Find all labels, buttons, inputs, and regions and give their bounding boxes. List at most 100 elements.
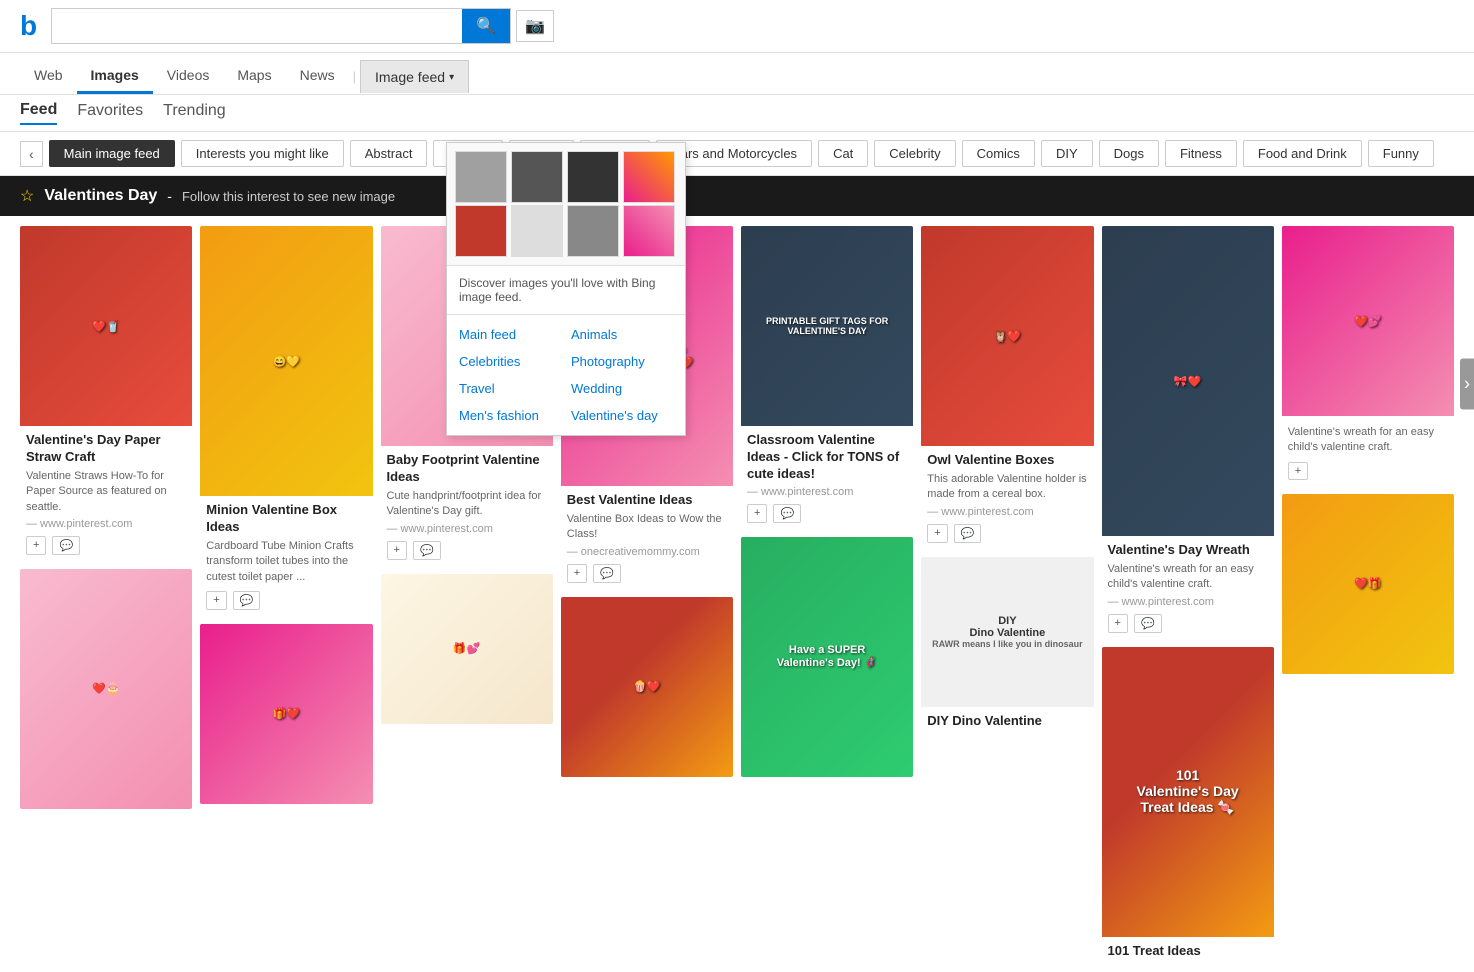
pin-comment-btn-minion[interactable]: 💬 [233,591,261,610]
tab-food-and-drink[interactable]: Food and Drink [1243,140,1362,167]
pin-partial2[interactable]: ❤️🎁 [1282,494,1454,674]
dropdown-arrow-icon: ▾ [449,72,454,83]
pin-actions-partial1: + [1282,458,1454,486]
pin-wreath[interactable]: 🎀❤️ Valentine's Day Wreath Valentine's w… [1102,226,1274,639]
pin-comment-btn-footprint[interactable]: 💬 [413,541,441,560]
search-button[interactable]: 🔍 [462,9,510,43]
tab-funny[interactable]: Funny [1368,140,1434,167]
pin-minion[interactable]: 😄💛 Minion Valentine Box Ideas Cardboard … [200,226,372,616]
pin-add-btn-best-valentine[interactable]: + [567,564,587,583]
image-feed-dropdown[interactable]: Image feed ▾ [360,60,469,93]
pin-comment-btn-owl[interactable]: 💬 [954,524,982,543]
tab-dogs[interactable]: Dogs [1099,140,1159,167]
secondary-nav: Feed Favorites Trending [0,95,1474,132]
preview-img-2 [511,151,563,203]
pin-add-btn-partial1[interactable]: + [1288,462,1308,480]
dropdown-link-photography[interactable]: Photography [571,350,673,373]
pin-gift-bag[interactable]: 🎁💕 [381,574,553,724]
tab-diy[interactable]: DIY [1041,140,1093,167]
camera-button[interactable]: 📷 [516,10,554,42]
pin-img-minion-overlay: 😄💛 [200,226,372,496]
tab-fitness[interactable]: Fitness [1165,140,1237,167]
pin-add-btn-wreath[interactable]: + [1108,614,1128,633]
banner-star-icon: ☆ [20,186,34,206]
dropdown-preview [447,143,685,266]
pin-add-btn-minion[interactable]: + [206,591,226,610]
pin-partial1[interactable]: ❤️💕 Valentine's wreath for an easy child… [1282,226,1454,486]
right-expand-button[interactable]: › [1460,359,1474,410]
nav-web[interactable]: Web [20,59,77,94]
dropdown-link-animals[interactable]: Animals [571,323,673,346]
dropdown-link-mens-fashion[interactable]: Men's fashion [459,404,561,427]
pin-valentine-straws[interactable]: ❤️🥤 Valentine's Day Paper Straw Craft Va… [20,226,192,561]
tab-abstract[interactable]: Abstract [350,140,428,167]
pin-desc-straws: Valentine Straws How-To for Paper Source… [26,469,186,515]
nav-news[interactable]: News [286,59,349,94]
pin-comment-btn-straws[interactable]: 💬 [52,536,80,555]
pin-101-treats[interactable]: 101Valentine's DayTreat Ideas 🍬 101 Trea… [1102,647,1274,962]
pin-img-popcorn: 🍿❤️ [561,597,733,777]
pin-source-classroom: — www.pinterest.com [747,486,907,498]
pin-source-footprint: — www.pinterest.com [387,523,547,535]
dropdown-link-main-feed[interactable]: Main feed [459,323,561,346]
pin-comment-btn-best-valentine[interactable]: 💬 [593,564,621,583]
pin-add-btn-straws[interactable]: + [26,536,46,555]
pin-img-wreath: 🎀❤️ [1102,226,1274,536]
pin-desc-partial1: Valentine's wreath for an easy child's v… [1288,425,1448,456]
tab-comics[interactable]: Comics [962,140,1035,167]
pin-actions-straws: + 💬 [20,532,192,561]
pin-img-wreath-overlay: 🎀❤️ [1102,226,1274,536]
pin-add-btn-owl[interactable]: + [927,524,947,543]
search-input[interactable] [52,11,462,41]
pin-desc-wreath: Valentine's wreath for an easy child's v… [1108,562,1268,593]
pin-title-owl: Owl Valentine Boxes [927,452,1087,469]
image-feed-dropdown-button[interactable]: Image feed ▾ [360,60,469,93]
tab-celebrity[interactable]: Celebrity [874,140,955,167]
pin-cake[interactable]: ❤️🎂 [20,569,192,809]
pin-info-best-valentine: Best Valentine Ideas Valentine Box Ideas… [561,486,733,560]
tab-feed[interactable]: Feed [20,101,57,125]
pin-title-best-valentine: Best Valentine Ideas [567,492,727,509]
nav-videos[interactable]: Videos [153,59,224,94]
pin-classroom[interactable]: PRINTABLE GIFT TAGS FORVALENTINE'S DAY C… [741,226,913,529]
tab-interests[interactable]: Interests you might like [181,140,344,167]
pin-info-dino: DIY Dino Valentine [921,707,1093,732]
dropdown-link-valentines-day[interactable]: Valentine's day [571,404,673,427]
masonry-grid: ❤️🥤 Valentine's Day Paper Straw Craft Va… [20,226,1454,962]
preview-img-4 [623,151,675,203]
pin-owl[interactable]: 🦉❤️ Owl Valentine Boxes This adorable Va… [921,226,1093,549]
pin-treat-bag[interactable]: 🎁❤️ [200,624,372,804]
pin-comment-btn-classroom[interactable]: 💬 [773,504,801,523]
nav-images[interactable]: Images [77,59,153,94]
pin-comment-btn-wreath[interactable]: 💬 [1134,614,1162,633]
pin-img-partial2-overlay: ❤️🎁 [1282,494,1454,674]
tab-favorites[interactable]: Favorites [77,102,143,124]
pin-actions-owl: + 💬 [921,520,1093,549]
search-icon: 🔍 [476,18,496,35]
bing-logo: b [20,10,36,42]
pin-add-btn-classroom[interactable]: + [747,504,767,523]
dropdown-link-wedding[interactable]: Wedding [571,377,673,400]
feed-prev-button[interactable]: ‹ [20,141,43,167]
pin-img-dino-overlay: DIYDino ValentineRAWR means I like you i… [921,557,1093,707]
tab-cat[interactable]: Cat [818,140,868,167]
pin-source-wreath: — www.pinterest.com [1108,596,1268,608]
pin-add-btn-footprint[interactable]: + [387,541,407,560]
pin-title-minion: Minion Valentine Box Ideas [206,502,366,536]
pin-img-straws: ❤️🥤 [20,226,192,426]
dropdown-link-travel[interactable]: Travel [459,377,561,400]
pin-source-best-valentine: — onecreativemommy.com [567,546,727,558]
pin-img-partial2: ❤️🎁 [1282,494,1454,674]
tab-main-image-feed[interactable]: Main image feed [49,140,175,167]
dropdown-links: Main feed Animals Celebrities Photograph… [447,315,685,435]
pin-title-footprint: Baby Footprint Valentine Ideas [387,452,547,486]
pin-popcorn[interactable]: 🍿❤️ [561,597,733,777]
dropdown-link-celebrities[interactable]: Celebrities [459,350,561,373]
pin-img-giftbag-overlay: 🎁💕 [381,574,553,724]
tab-trending[interactable]: Trending [163,102,226,124]
pin-super-valentines-day[interactable]: Have a SUPERValentine's Day! 🦸 [741,537,913,777]
nav-maps[interactable]: Maps [223,59,285,94]
pin-dino[interactable]: DIYDino ValentineRAWR means I like you i… [921,557,1093,732]
pin-img-super-overlay: Have a SUPERValentine's Day! 🦸 [741,537,913,777]
pin-desc-best-valentine: Valentine Box Ideas to Wow the Class! [567,512,727,543]
